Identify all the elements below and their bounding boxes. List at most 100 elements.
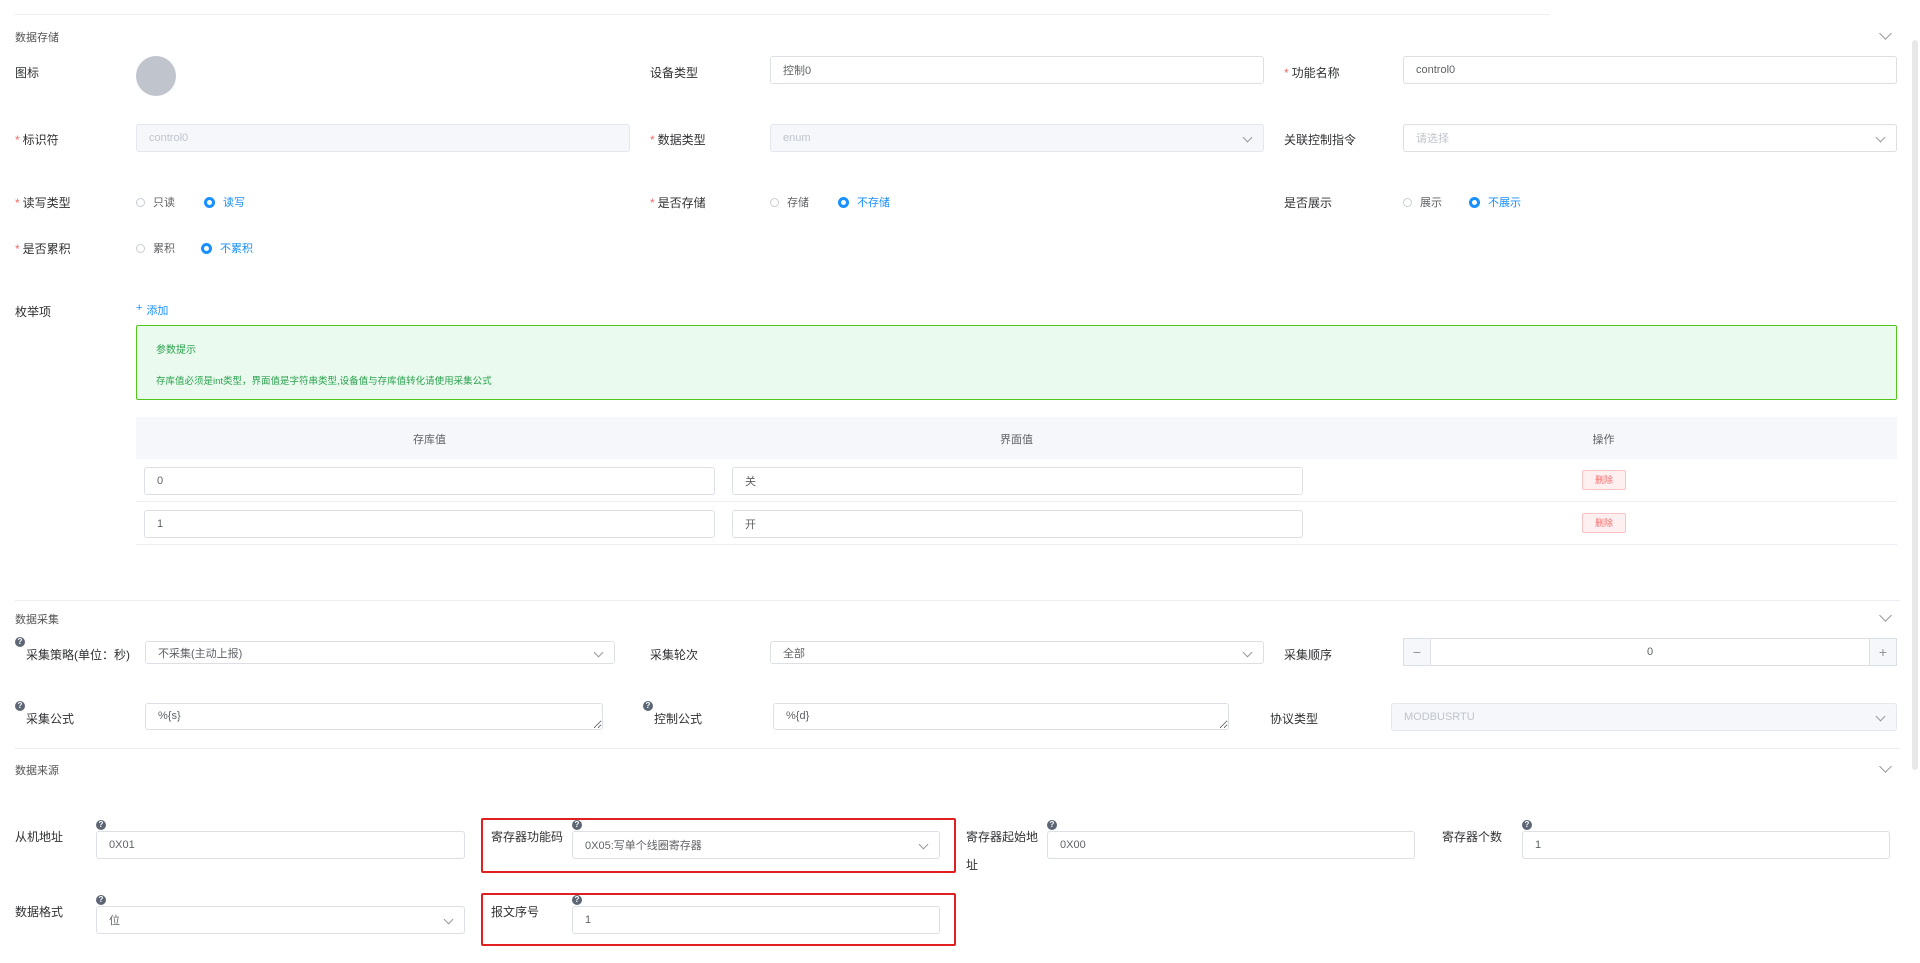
func-name-label: 功能名称: [1284, 64, 1340, 81]
radio-checked-icon: [201, 242, 212, 254]
help-icon[interactable]: ?: [15, 701, 25, 711]
count-label: 寄存器个数: [1442, 830, 1503, 844]
enum-display-input[interactable]: 关: [732, 467, 1303, 495]
store-label: 是否存储: [650, 194, 706, 211]
radio-accum[interactable]: 累积: [136, 240, 175, 256]
func-name-input[interactable]: control0: [1403, 56, 1897, 84]
order-input[interactable]: 0: [1431, 638, 1869, 666]
section-title-collect: 数据采集: [15, 614, 59, 626]
help-icon[interactable]: ?: [1047, 820, 1057, 830]
protocol-label: 协议类型: [1270, 712, 1319, 726]
top-divider: [15, 14, 1550, 15]
radio-checked-icon: [1469, 196, 1480, 208]
help-icon[interactable]: ?: [572, 820, 582, 830]
radio-circle-icon: [1403, 197, 1412, 207]
strategy-label: 采集策略(单位：秒): [26, 648, 130, 662]
rw-type-label: 读写类型: [15, 194, 71, 211]
radio-noshow-label: 不展示: [1488, 197, 1521, 209]
radio-readwrite[interactable]: 读写: [204, 194, 245, 210]
help-icon[interactable]: ?: [96, 820, 106, 830]
scrollbar[interactable]: [1912, 40, 1918, 770]
start-addr-input[interactable]: 0X00: [1047, 831, 1415, 859]
help-icon[interactable]: ?: [15, 637, 25, 647]
count-input[interactable]: 1: [1522, 831, 1890, 859]
icon-label: 图标: [15, 66, 40, 80]
header-display: 界面值: [1000, 434, 1033, 446]
enum-store-value: 0: [157, 475, 164, 487]
order-value: 0: [1646, 646, 1654, 658]
format-select[interactable]: 位: [96, 906, 465, 934]
chevron-down-icon: [1875, 132, 1886, 143]
control-cmd-select[interactable]: 请选择: [1403, 124, 1897, 152]
func-code-value: 0X05:写单个线圈寄存器: [585, 840, 702, 852]
identifier-input[interactable]: control0: [136, 124, 630, 152]
format-label: 数据格式: [15, 905, 64, 919]
func-name-value: control0: [1416, 64, 1456, 76]
chevron-down-icon: [1242, 647, 1253, 658]
help-icon[interactable]: ?: [643, 701, 653, 711]
data-type-value: enum: [783, 132, 811, 144]
collapse-storage-chevron-icon[interactable]: [1879, 27, 1892, 40]
header-action: 操作: [1592, 434, 1615, 446]
radio-nostore[interactable]: 不存储: [838, 194, 890, 210]
enum-store-input[interactable]: 1: [144, 510, 715, 538]
section-title-storage: 数据存储: [15, 32, 59, 44]
slave-label: 从机地址: [15, 830, 64, 844]
enum-display-input[interactable]: 开: [732, 510, 1303, 538]
delete-button[interactable]: 删除: [1582, 470, 1626, 490]
control-cmd-label: 关联控制指令: [1284, 133, 1357, 147]
radio-noaccum[interactable]: 不累积: [201, 240, 253, 256]
formula-textarea[interactable]: [145, 703, 603, 730]
radio-readwrite-label: 读写: [223, 197, 245, 209]
delete-button[interactable]: 删除: [1582, 513, 1626, 533]
radio-noshow[interactable]: 不展示: [1469, 194, 1521, 210]
add-enum-button[interactable]: + 添加: [136, 302, 168, 318]
msg-input[interactable]: 1: [572, 906, 940, 934]
strategy-select[interactable]: 不采集(主动上报): [145, 641, 615, 664]
tip-text: 存库值必须是int类型，界面值是字符串类型,设备值与存库值转化请使用采集公式: [156, 376, 492, 387]
plus-icon[interactable]: +: [1869, 638, 1897, 666]
radio-nostore-label: 不存储: [857, 197, 890, 209]
collapse-source-chevron-icon[interactable]: [1879, 760, 1892, 773]
formula-label: 采集公式: [26, 712, 75, 726]
enum-store-input[interactable]: 0: [144, 467, 715, 495]
plus-icon: +: [136, 302, 143, 314]
tip-box: 参数提示 存库值必须是int类型，界面值是字符串类型,设备值与存库值转化请使用采…: [136, 325, 1897, 400]
slave-value: 0X01: [109, 839, 135, 851]
round-value: 全部: [783, 647, 805, 660]
round-label: 采集轮次: [650, 648, 699, 662]
chevron-down-icon: [1242, 132, 1253, 143]
radio-store[interactable]: 存储: [770, 194, 809, 210]
radio-readonly[interactable]: 只读: [136, 194, 175, 210]
help-icon[interactable]: ?: [96, 895, 106, 905]
data-type-select[interactable]: enum: [770, 124, 1264, 152]
protocol-select[interactable]: MODBUSRTU: [1391, 703, 1897, 731]
collapse-collect-chevron-icon[interactable]: [1879, 609, 1892, 622]
start-addr-value: 0X00: [1060, 839, 1086, 851]
row-divider: [136, 544, 1897, 545]
func-code-label: 寄存器功能码: [491, 830, 564, 844]
radio-circle-icon: [136, 243, 145, 253]
func-code-select[interactable]: 0X05:写单个线圈寄存器: [572, 831, 940, 859]
device-type-value: 控制0: [783, 65, 812, 77]
order-stepper[interactable]: − 0 +: [1403, 638, 1897, 666]
radio-accum-label: 累积: [153, 243, 175, 255]
order-label: 采集顺序: [1284, 648, 1333, 662]
radio-show[interactable]: 展示: [1403, 194, 1442, 210]
round-select[interactable]: 全部: [770, 641, 1264, 664]
chevron-down-icon: [593, 647, 604, 658]
accum-label: 是否累积: [15, 240, 71, 257]
radio-checked-icon: [838, 196, 849, 208]
section-title-source: 数据来源: [15, 765, 59, 777]
start-addr-label-wrap: 址: [966, 858, 979, 872]
avatar[interactable]: [136, 56, 176, 96]
radio-circle-icon: [770, 197, 779, 207]
device-type-input[interactable]: 控制0: [770, 56, 1264, 84]
ctrl-formula-textarea[interactable]: [773, 703, 1229, 730]
help-icon[interactable]: ?: [572, 895, 582, 905]
minus-icon[interactable]: −: [1403, 638, 1431, 666]
help-icon[interactable]: ?: [1522, 820, 1532, 830]
identifier-value: control0: [149, 132, 189, 144]
tip-title: 参数提示: [156, 345, 196, 356]
slave-input[interactable]: 0X01: [96, 831, 465, 859]
